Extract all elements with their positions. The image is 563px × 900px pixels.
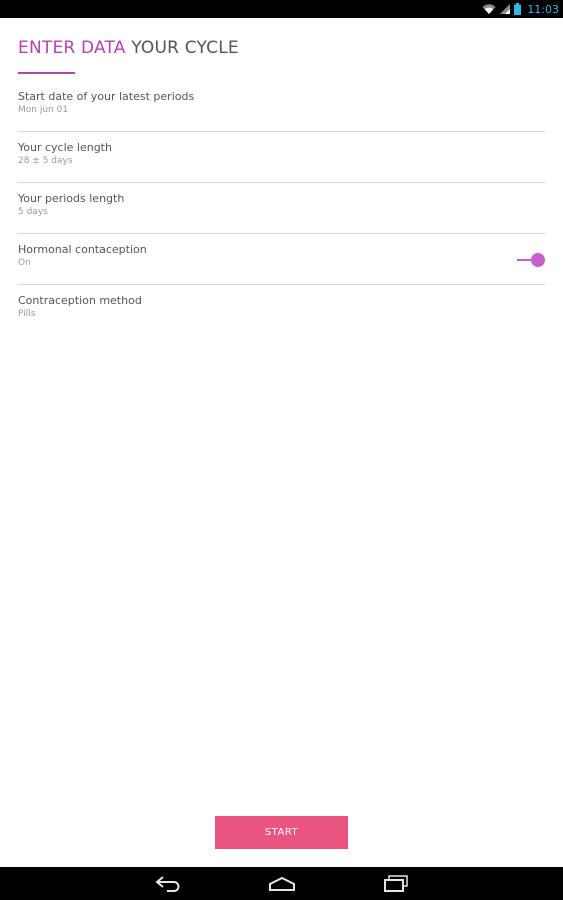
page-title: ENTER DATA YOUR CYCLE (18, 38, 239, 58)
setting-label: Start date of your latest periods (18, 90, 195, 103)
back-icon[interactable] (155, 875, 181, 896)
battery-icon (514, 3, 522, 15)
setting-row-hormonal-contraception[interactable]: Hormonal contaception On (18, 234, 545, 285)
setting-value: Pills (18, 309, 36, 319)
page-title-accent: ENTER DATA (18, 38, 126, 58)
recent-apps-icon[interactable] (383, 875, 409, 896)
setting-label: Contraception method (18, 294, 142, 307)
navigation-bar (0, 867, 563, 900)
setting-value: Mon jun 01 (18, 105, 69, 115)
setting-row-cycle-length[interactable]: Your cycle length 28 ± 5 days (18, 132, 545, 183)
signal-icon (500, 3, 511, 15)
start-button[interactable]: START (215, 816, 348, 849)
title-underline (18, 72, 75, 74)
cycle-settings-list: Start date of your latest periods Mon ju… (18, 81, 545, 336)
setting-value: 5 days (18, 207, 48, 217)
toggle-thumb (531, 253, 545, 267)
status-clock: 11:03 (527, 2, 559, 16)
status-bar: 11:03 (0, 0, 563, 18)
page-title-rest: YOUR CYCLE (125, 38, 239, 58)
setting-row-contraception-method[interactable]: Contraception method Pills (18, 285, 545, 336)
setting-label: Your periods length (18, 192, 125, 205)
setting-value: 28 ± 5 days (18, 156, 73, 166)
setting-row-start-date[interactable]: Start date of your latest periods Mon ju… (18, 81, 545, 132)
home-icon[interactable] (268, 875, 296, 896)
hormonal-contraception-toggle[interactable] (517, 252, 545, 268)
setting-label: Hormonal contaception (18, 243, 147, 256)
setting-value: On (18, 258, 31, 268)
page-header: ENTER DATA YOUR CYCLE (18, 38, 239, 58)
wifi-icon (482, 3, 496, 15)
setting-label: Your cycle length (18, 141, 112, 154)
setting-row-periods-length[interactable]: Your periods length 5 days (18, 183, 545, 234)
